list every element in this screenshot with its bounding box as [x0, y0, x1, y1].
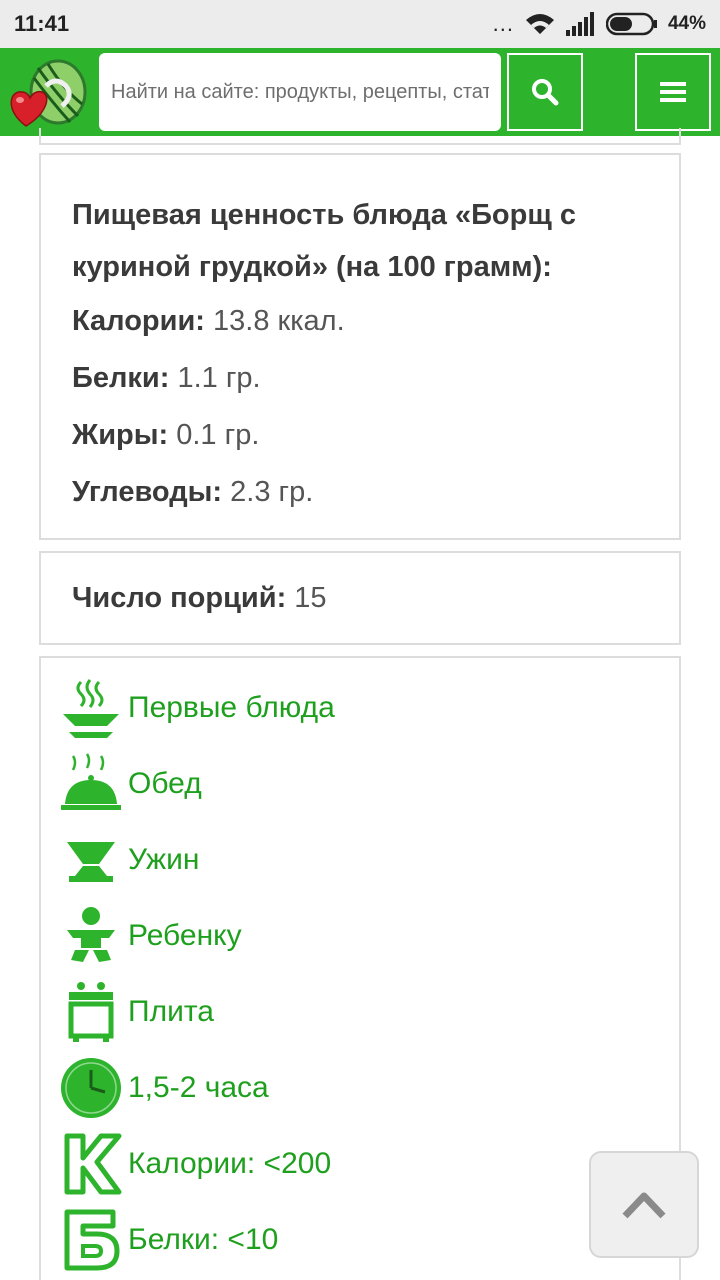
tag-label[interactable]: 1,5-2 часа: [128, 1071, 269, 1105]
tag-lunch[interactable]: Обед: [41, 746, 679, 822]
portions-box: Число порций: 15: [39, 551, 681, 645]
clock-icon: [58, 1055, 124, 1121]
tag-label[interactable]: Калории: <200: [128, 1147, 331, 1181]
nutrition-row-calories: Калории: 13.8 ккал.: [72, 293, 649, 350]
nutrition-title: Пищевая ценность блюда «Борщ с куриной г…: [72, 199, 577, 283]
child-icon: [58, 903, 124, 969]
nutrition-label: Белки:: [72, 362, 170, 394]
previous-section-edge: [39, 128, 681, 145]
tag-child[interactable]: Ребенку: [41, 898, 679, 974]
tag-label[interactable]: Обед: [128, 767, 202, 801]
scroll-to-top-button[interactable]: [589, 1151, 699, 1258]
tag-first-courses[interactable]: Первые блюда: [41, 670, 679, 746]
menu-button[interactable]: [635, 53, 711, 131]
site-header: [0, 48, 720, 136]
nutrition-row-carbs: Углеводы: 2.3 гр.: [72, 464, 649, 521]
status-time: 11:41: [14, 11, 70, 36]
tag-dinner[interactable]: Ужин: [41, 822, 679, 898]
search-button[interactable]: [507, 53, 583, 131]
tag-calories[interactable]: Калории: <200: [41, 1126, 679, 1202]
stove-icon: [58, 979, 124, 1045]
battery-icon: [605, 12, 657, 36]
status-icons: ... 44%: [493, 10, 706, 38]
tag-label[interactable]: Ужин: [128, 843, 199, 877]
portions-value: 15: [294, 581, 327, 614]
nutrition-value: 0.1 гр.: [176, 419, 260, 451]
tag-protein[interactable]: Белки: <10: [41, 1202, 679, 1278]
watermelon-heart-logo[interactable]: [8, 56, 90, 130]
tag-label[interactable]: Плита: [128, 995, 214, 1029]
notification-dots-icon: ...: [492, 11, 514, 36]
search-input[interactable]: [99, 53, 501, 131]
battery-percent: 44%: [667, 13, 706, 34]
nutrition-box: Пищевая ценность блюда «Борщ с куриной г…: [39, 153, 681, 540]
letter-b-icon: [58, 1207, 124, 1273]
steaming-bowl-icon: [58, 675, 124, 741]
dinner-bowl-icon: [58, 827, 124, 893]
letter-k-icon: [58, 1131, 124, 1197]
tag-label[interactable]: Белки: <10: [128, 1223, 278, 1257]
nutrition-label: Жиры:: [72, 419, 169, 451]
chevron-up-icon: [622, 1192, 666, 1218]
tag-time[interactable]: 1,5-2 часа: [41, 1050, 679, 1126]
portions-row: Число порций: 15: [72, 581, 327, 614]
search-icon: [532, 79, 559, 106]
tag-label[interactable]: Ребенку: [128, 919, 242, 953]
nutrition-label: Калории:: [72, 305, 205, 337]
nutrition-label: Углеводы:: [72, 476, 223, 508]
nutrition-value: 2.3 гр.: [230, 476, 314, 508]
portions-label: Число порций:: [72, 581, 287, 614]
nutrition-row-fat: Жиры: 0.1 гр.: [72, 407, 649, 464]
tag-stove[interactable]: Плита: [41, 974, 679, 1050]
nutrition-row-protein: Белки: 1.1 гр.: [72, 350, 649, 407]
nutrition-value: 13.8 ккал.: [213, 305, 345, 337]
tags-box: Первые блюда Обед Ужин Ребенку Плита 1,5…: [39, 656, 681, 1280]
hamburger-menu-icon: [660, 82, 686, 102]
wifi-icon: [525, 14, 554, 34]
cloche-dish-icon: [58, 751, 124, 817]
nutrition-value: 1.1 гр.: [177, 362, 261, 394]
tag-label[interactable]: Первые блюда: [128, 691, 335, 725]
status-bar: 11:41 ... 44%: [0, 0, 720, 48]
signal-icon: [565, 12, 594, 36]
